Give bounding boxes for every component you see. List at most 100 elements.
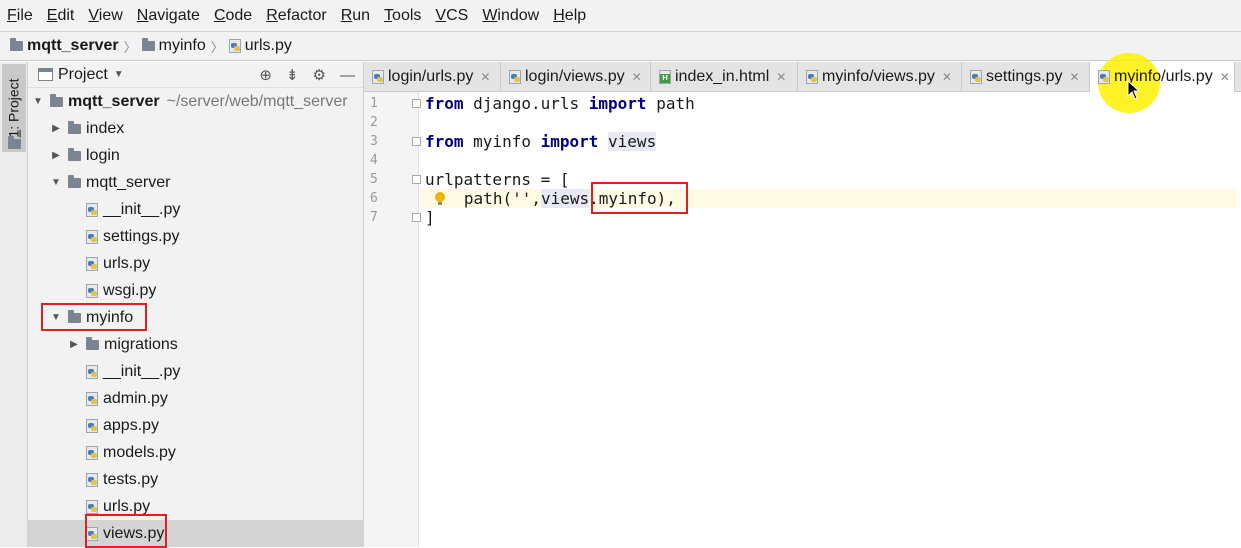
- editor-tab-label: login/views.py: [525, 68, 625, 85]
- locate-file-icon[interactable]: ⊕: [259, 66, 272, 84]
- editor-tab[interactable]: myinfo/views.py ✕: [798, 62, 962, 92]
- tree-item-file[interactable]: urls.py: [28, 493, 364, 520]
- line-number-gutter: 1 2 3 4 5 6 7: [364, 92, 421, 547]
- close-icon[interactable]: ✕: [776, 70, 786, 84]
- editor-tab[interactable]: login/urls.py ✕: [364, 62, 501, 92]
- tree-item-file[interactable]: models.py: [28, 439, 364, 466]
- close-icon[interactable]: ✕: [1069, 70, 1079, 84]
- chevron-down-icon[interactable]: ▼: [50, 177, 62, 188]
- tree-item-label: mqtt_server: [68, 92, 160, 110]
- folder-icon: [10, 38, 23, 51]
- folder-icon: [141, 38, 155, 51]
- tree-item-file[interactable]: __init__.py: [28, 196, 364, 223]
- chevron-down-icon[interactable]: ▼: [32, 96, 44, 107]
- collapse-all-icon[interactable]: ⇟: [286, 66, 299, 84]
- python-file-icon: [86, 445, 98, 460]
- breadcrumb-project[interactable]: mqtt_server: [10, 37, 119, 55]
- menu-view[interactable]: View: [81, 7, 129, 25]
- fold-icon[interactable]: [412, 213, 421, 222]
- tree-item-label: migrations: [104, 335, 178, 353]
- breadcrumb: mqtt_server 〉 myinfo 〉 urls.py: [0, 31, 1241, 61]
- menu-label: ode: [225, 6, 253, 24]
- chevron-right-icon[interactable]: ▶: [50, 123, 62, 134]
- tree-item-folder[interactable]: ▶ login: [28, 142, 364, 169]
- project-panel-title[interactable]: Project: [58, 66, 108, 84]
- left-tool-stripe: 1: Project: [0, 62, 28, 547]
- tree-item-file[interactable]: settings.py: [28, 223, 364, 250]
- tree-item-label: index: [86, 119, 125, 137]
- menu-label: efactor: [277, 6, 327, 24]
- close-icon[interactable]: ✕: [942, 70, 952, 84]
- line-number: 5: [370, 172, 378, 187]
- tree-item-path: ~/server/web/mqtt_server: [166, 92, 348, 110]
- breadcrumb-file[interactable]: urls.py: [228, 37, 292, 55]
- tree-item-file[interactable]: admin.py: [28, 385, 364, 412]
- menu-refactor[interactable]: Refactor: [259, 7, 333, 25]
- tree-item-root[interactable]: ▼ mqtt_server ~/server/web/mqtt_server: [28, 88, 364, 115]
- fold-icon[interactable]: [412, 137, 421, 146]
- tree-item-folder[interactable]: ▼ myinfo: [28, 304, 364, 331]
- python-file-icon: [806, 70, 818, 84]
- close-icon[interactable]: ✕: [632, 70, 642, 84]
- menu-label: un: [352, 6, 371, 24]
- fold-icon[interactable]: [412, 175, 421, 184]
- project-view-icon: [38, 68, 53, 81]
- tree-item-folder[interactable]: ▶ index: [28, 115, 364, 142]
- menu-window[interactable]: Window: [475, 7, 546, 25]
- lightbulb-icon[interactable]: [434, 192, 445, 206]
- folder-icon: [86, 336, 99, 350]
- chevron-right-icon[interactable]: ▶: [68, 339, 80, 350]
- chevron-right-icon[interactable]: ▶: [50, 150, 62, 161]
- editor-tab[interactable]: index_in.html ✕: [651, 62, 798, 92]
- chevron-down-icon[interactable]: ▼: [50, 312, 62, 323]
- minimize-icon[interactable]: —: [340, 67, 355, 84]
- tree-item-label: admin.py: [103, 389, 168, 407]
- menu-label: ile: [16, 6, 33, 24]
- folder-icon: [68, 147, 81, 161]
- html-file-icon: [659, 70, 671, 84]
- close-icon[interactable]: ✕: [480, 70, 490, 84]
- menu-run[interactable]: Run: [334, 7, 377, 25]
- python-file-icon: [86, 364, 98, 379]
- menu-tools[interactable]: Tools: [377, 7, 428, 25]
- menu-help[interactable]: Help: [546, 7, 593, 25]
- tree-item-file[interactable]: wsgi.py: [28, 277, 364, 304]
- breadcrumb-folder[interactable]: myinfo: [141, 37, 206, 55]
- tree-item-label: views.py: [103, 524, 165, 542]
- chevron-right-icon: 〉: [123, 39, 137, 55]
- folder-icon: [68, 120, 81, 134]
- tree-item-folder[interactable]: ▶ migrations: [28, 331, 364, 358]
- code-line: ]: [425, 208, 435, 227]
- menu-vcs[interactable]: VCS: [428, 7, 475, 25]
- editor-area: login/urls.py ✕ login/views.py ✕ index_i…: [364, 62, 1241, 547]
- menu-mnemonic: F: [7, 6, 17, 24]
- project-tool-tab-label: 1: Project: [6, 78, 22, 137]
- menu-label: elp: [564, 6, 587, 24]
- menu-navigate[interactable]: Navigate: [130, 7, 207, 25]
- tree-item-file[interactable]: __init__.py: [28, 358, 364, 385]
- gear-icon[interactable]: ⚙: [313, 66, 326, 84]
- fold-icon[interactable]: [412, 99, 421, 108]
- menu-mnemonic: R: [340, 6, 353, 24]
- breadcrumb-label: urls.py: [244, 37, 292, 54]
- menu-code[interactable]: Code: [207, 7, 259, 25]
- tree-item-file[interactable]: tests.py: [28, 466, 364, 493]
- menu-label: ools: [392, 6, 422, 24]
- tree-item-file[interactable]: urls.py: [28, 250, 364, 277]
- tree-item-file-selected[interactable]: views.py: [28, 520, 364, 547]
- editor-tab[interactable]: login/views.py ✕: [501, 62, 651, 92]
- menu-edit[interactable]: Edit: [40, 7, 82, 25]
- chevron-down-icon[interactable]: ▼: [114, 69, 124, 80]
- editor-tab[interactable]: settings.py ✕: [962, 62, 1090, 92]
- tree-item-label: mqtt_server: [86, 173, 171, 191]
- menu-file[interactable]: File: [0, 7, 40, 25]
- breadcrumb-label: mqtt_server: [27, 37, 119, 54]
- python-file-icon: [372, 70, 384, 84]
- tree-item-file[interactable]: apps.py: [28, 412, 364, 439]
- chevron-right-icon: 〉: [210, 39, 224, 55]
- close-icon[interactable]: ✕: [1220, 70, 1230, 84]
- tree-item-label: urls.py: [103, 497, 151, 515]
- tree-item-label: settings.py: [103, 227, 180, 245]
- editor-tab-active-label[interactable]: myinfo/urls.py ✕: [1098, 62, 1230, 92]
- tree-item-folder[interactable]: ▼ mqtt_server: [28, 169, 364, 196]
